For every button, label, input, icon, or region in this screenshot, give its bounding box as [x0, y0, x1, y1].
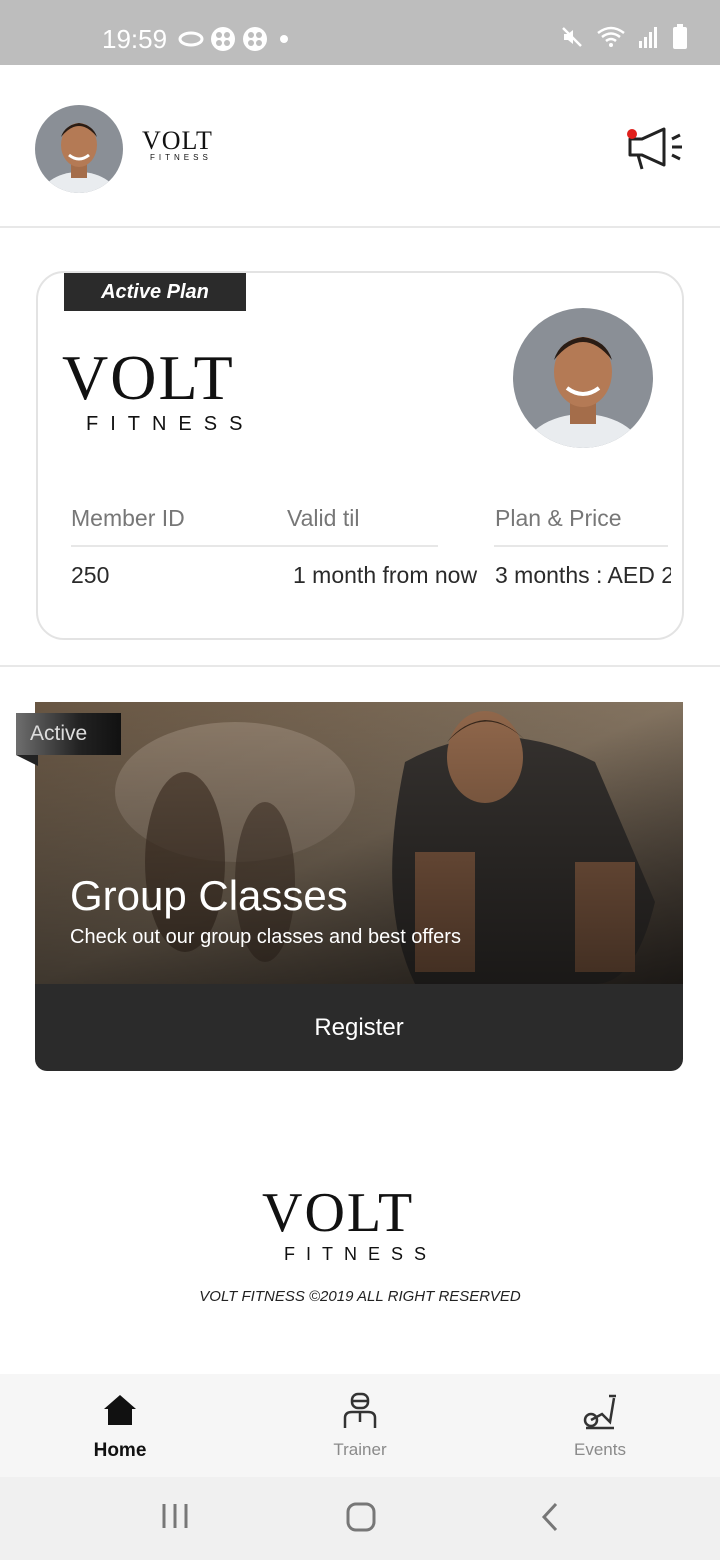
home-system-icon[interactable] — [345, 1501, 377, 1533]
app-icon — [211, 27, 235, 51]
profile-avatar[interactable] — [35, 105, 123, 193]
nav-events-label: Events — [574, 1440, 626, 1459]
back-icon[interactable] — [538, 1501, 562, 1533]
member-id-value: 250 — [71, 562, 110, 588]
notification-dot — [627, 129, 637, 139]
plan-brand-logo: VOLT FITNESS — [62, 342, 255, 436]
brand-logo-text: VOLT — [142, 126, 213, 155]
valid-til-header: Valid til — [287, 505, 360, 531]
active-plan-tag: Active Plan — [64, 273, 246, 311]
valid-til-value: 1 month from now — [293, 562, 478, 588]
recent-apps-icon[interactable] — [160, 1501, 190, 1531]
plan-brand-subtext: FITNESS — [86, 413, 255, 435]
nav-home[interactable]: Home — [0, 1374, 240, 1477]
footer-brand-subtext: FITNESS — [284, 1244, 438, 1264]
member-photo — [513, 308, 653, 448]
active-ribbon: Active — [16, 713, 121, 755]
status-notification-icons — [178, 26, 294, 52]
battery-icon — [673, 24, 687, 49]
brand-logo-subtext: FITNESS — [150, 153, 212, 162]
mute-icon — [562, 27, 582, 47]
register-button[interactable]: Register — [35, 984, 683, 1071]
nav-trainer[interactable]: Trainer — [240, 1374, 480, 1477]
bottom-navigation: Home Trainer Events — [0, 1374, 720, 1477]
status-system-icons — [560, 24, 688, 50]
plan-price-value: 3 months : AED 2 — [495, 562, 671, 588]
status-time: 19:59 — [102, 24, 168, 54]
copyright-text: VOLT FITNESS ©2019 ALL RIGHT RESERVED — [199, 1288, 521, 1305]
signal-icon — [639, 27, 657, 48]
plan-column-headers: Member ID Valid til Plan & Price — [71, 505, 671, 547]
wifi-icon — [597, 26, 625, 47]
group-classes-card[interactable]: Group Classes Check out our group classe… — [35, 702, 683, 1071]
nav-trainer-label: Trainer — [333, 1440, 387, 1459]
plan-price-header: Plan & Price — [495, 505, 622, 531]
footer-brand-logo: VOLT FITNESS — [262, 1182, 438, 1265]
app-icon — [243, 27, 267, 51]
nav-home-label: Home — [93, 1440, 147, 1461]
brand-logo-small: VOLT FITNESS — [142, 126, 213, 163]
nav-events[interactable]: Events — [480, 1374, 720, 1477]
active-plan-card: Active Plan VOLT FITNESS Member ID Valid… — [36, 271, 684, 640]
trainer-icon — [343, 1392, 377, 1428]
plan-values-row: 250 1 month from now 3 months : AED 2 — [71, 560, 671, 594]
system-navigation-bar — [0, 1477, 720, 1560]
footer-brand-text: VOLT — [262, 1182, 415, 1244]
plan-brand-text: VOLT — [62, 342, 235, 413]
ribbon-fold — [16, 755, 38, 766]
status-bar: 19:59 — [0, 0, 720, 65]
section-divider — [0, 665, 720, 667]
app-header: VOLT FITNESS — [0, 65, 720, 228]
group-classes-subtitle: Check out our group classes and best off… — [70, 926, 461, 948]
group-classes-title: Group Classes — [70, 872, 348, 919]
dot-icon — [280, 35, 288, 43]
sync-icon — [178, 31, 204, 47]
plan-divider-left — [71, 545, 438, 547]
home-icon — [104, 1395, 136, 1425]
plan-divider-right — [494, 545, 668, 547]
member-id-header: Member ID — [71, 505, 185, 531]
bike-icon — [583, 1394, 616, 1430]
